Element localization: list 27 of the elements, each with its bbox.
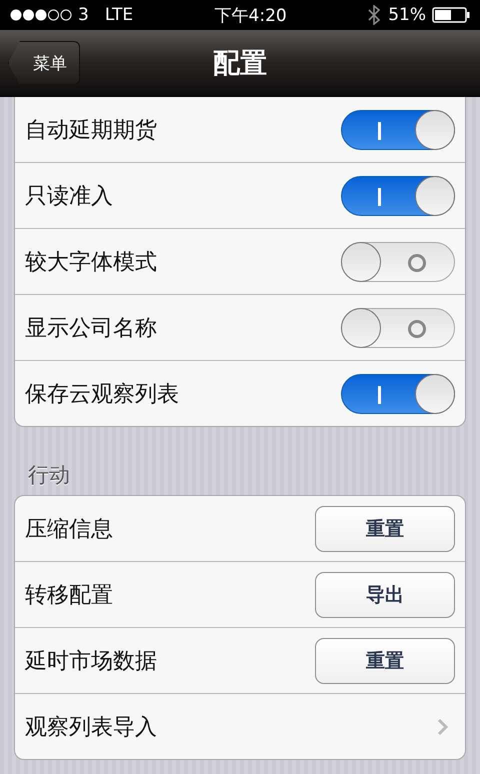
setting-label: 较大字体模式 — [25, 248, 158, 276]
status-time: 下午4:20 — [214, 4, 287, 26]
back-button[interactable]: 菜单 — [8, 41, 80, 85]
network-type: LTE — [104, 5, 134, 25]
action-button[interactable]: 导出 — [315, 572, 455, 618]
action-button[interactable]: 重置 — [315, 638, 455, 684]
battery-icon — [432, 7, 470, 23]
toggle-switch[interactable] — [341, 374, 455, 414]
toggle-switch[interactable] — [341, 308, 455, 348]
nav-title: 配置 — [213, 47, 267, 81]
setting-label: 显示公司名称 — [25, 314, 158, 342]
toggle-switch[interactable] — [341, 176, 455, 216]
section-header: 行动 — [28, 462, 71, 489]
action-label: 转移配置 — [25, 582, 114, 610]
signal-strength-icon — [10, 9, 72, 21]
setting-label: 保存云观察列表 — [25, 380, 180, 408]
action-label: 观察列表导入 — [25, 714, 158, 742]
bluetooth-icon — [368, 5, 380, 25]
toggle-switch[interactable] — [341, 242, 455, 282]
setting-label: 只读准入 — [25, 182, 114, 210]
toggle-switch[interactable] — [341, 110, 455, 150]
action-button[interactable]: 重置 — [315, 506, 455, 552]
setting-label: 自动延期期货 — [25, 116, 158, 144]
action-label: 延时市场数据 — [25, 648, 158, 676]
carrier-name: 3 — [78, 5, 89, 25]
action-label: 压缩信息 — [25, 516, 114, 544]
battery-percent: 51% — [388, 5, 426, 25]
